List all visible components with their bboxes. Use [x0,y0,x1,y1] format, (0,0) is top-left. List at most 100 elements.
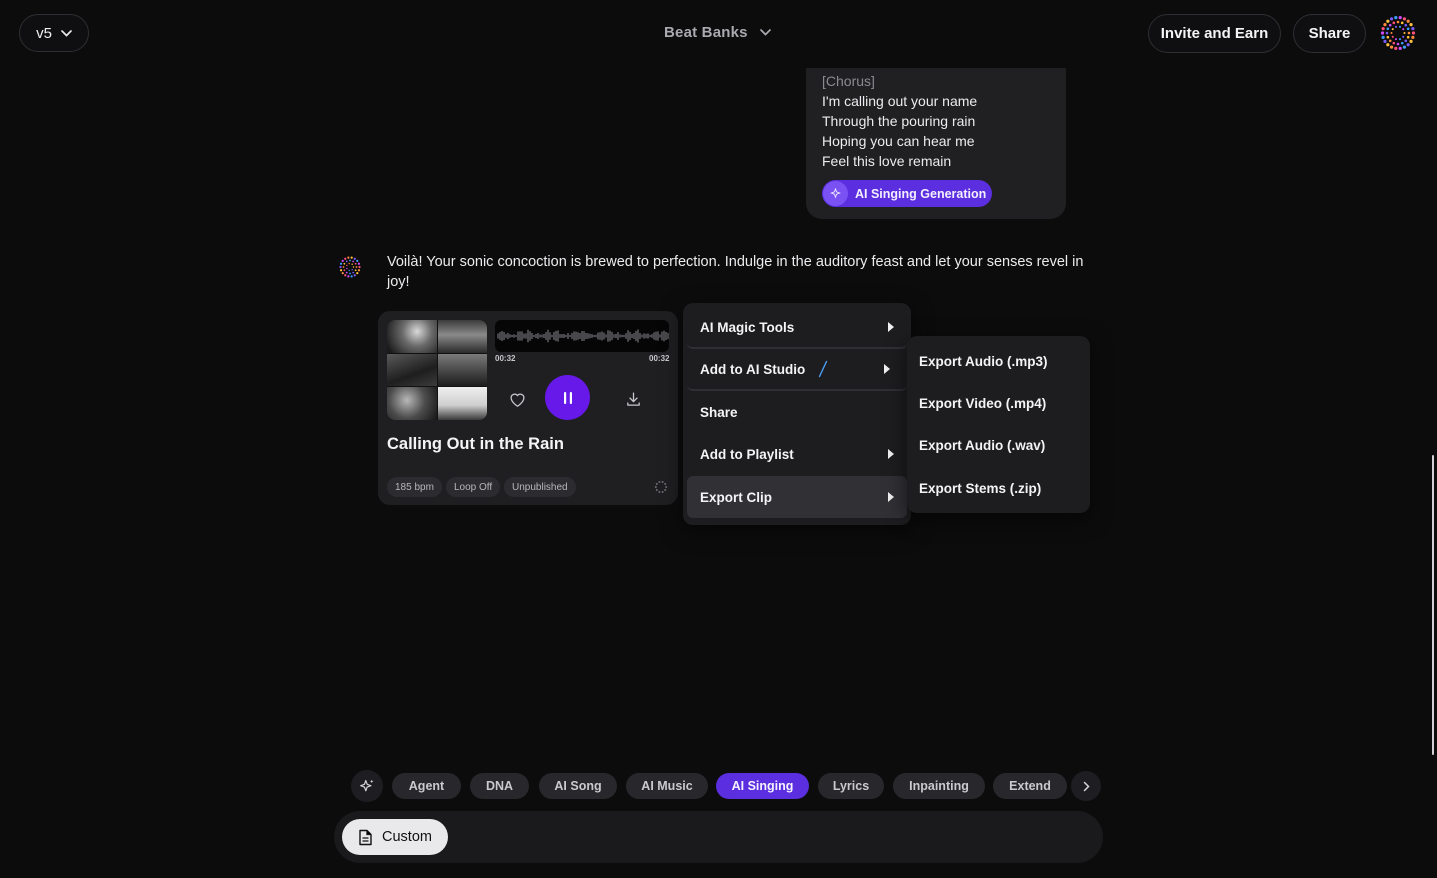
loading-spinner-icon [654,481,668,493]
chevron-right-icon [1083,781,1090,791]
like-button[interactable] [505,387,529,411]
song-card[interactable]: 00:32 00:32 Calling Out in the Rain 185 … [378,311,678,505]
logo-dot [347,256,350,259]
logo-dot [1383,23,1387,27]
logo-dot [1400,41,1404,45]
logo-dot [1396,20,1400,24]
magic-sparkle-button[interactable] [351,770,383,802]
lyrics-message-card: [Chorus] I'm calling out your name Throu… [806,68,1066,219]
logo-dot [341,259,344,262]
total-time: 00:32 [649,354,670,363]
logo-dot [342,266,345,268]
logo-dot [347,275,350,278]
logo-dot [1386,43,1390,47]
logo-dot [350,275,353,278]
menu-item-label: Add to AI Studio [700,361,806,377]
logo-dot [1400,21,1404,25]
logo-dot [348,262,350,265]
menu-item-label: Share [700,404,738,420]
menu-item-add-to-playlist[interactable]: Add to Playlist [687,433,907,475]
logo-dot [349,272,351,275]
mode-chip-extend[interactable]: Extend [993,773,1067,799]
badge-label: AI Singing Generation [855,186,987,201]
project-title: Beat Banks [664,24,748,41]
sparkle-icon [823,181,848,206]
export-video-mp4-item[interactable]: Export Video (.mp4) [907,382,1090,424]
lyric-line: Through the pouring rain [822,113,976,129]
publish-status-tag[interactable]: Unpublished [504,477,576,497]
logo-dot [355,266,358,268]
logo-dot [1391,35,1394,38]
share-button[interactable]: Share [1293,14,1366,53]
menu-item-label: Export Clip [700,489,773,505]
logo-dot [1394,38,1398,41]
logo-dot [1403,31,1406,35]
caret-right-icon [884,364,890,374]
song-context-menu: AI Magic Tools Add to AI Studio Share Ad… [683,303,911,525]
export-audio-mp3-item[interactable]: Export Audio (.mp3) [907,340,1090,382]
logo-dot [354,269,357,272]
chevron-down-icon [61,29,72,37]
custom-mode-button[interactable]: Custom [342,819,448,855]
logo-dot [1390,31,1393,35]
mode-chip-dna[interactable]: DNA [470,773,529,799]
scroll-modes-right-button[interactable] [1071,771,1101,801]
logo-dot [1389,17,1394,21]
version-label: v5 [36,24,52,42]
menu-item-export-clip[interactable]: Export Clip [687,476,907,518]
download-button[interactable] [621,387,645,411]
spinner-dot [655,482,658,485]
top-bar: v5 Beat Banks Invite and Earn Share [0,0,1437,68]
dotted-circle-logo-icon[interactable] [1380,15,1416,51]
menu-item-share[interactable]: Share [687,391,907,433]
loop-tag[interactable]: Loop Off [446,477,501,497]
audio-waveform[interactable] [495,320,669,352]
logo-dot [353,257,356,260]
logo-dot [1402,45,1407,49]
logo-dot [1394,16,1398,20]
export-audio-wav-item[interactable]: Export Audio (.wav) [907,425,1090,467]
prompt-composer[interactable]: Custom [334,811,1103,863]
spinner-dot [654,486,657,488]
logo-dot [343,262,346,265]
invite-and-earn-button[interactable]: Invite and Earn [1148,14,1281,53]
mode-chip-inpainting[interactable]: Inpainting [893,773,985,799]
mode-chip-lyrics[interactable]: Lyrics [818,773,884,799]
logo-dot [1380,31,1385,35]
mode-chip-ai-singing[interactable]: AI Singing [716,773,809,799]
logo-dot [1388,39,1392,43]
menu-item-add-to-ai-studio[interactable]: Add to AI Studio [687,349,907,391]
logo-dot [1402,17,1407,21]
project-title-dropdown[interactable]: Beat Banks [664,24,771,41]
logo-dot [1406,35,1410,39]
mode-selector-row: Agent DNA AI Song AI Music AI Singing Ly… [351,770,1111,802]
logo-dot [352,266,355,268]
menu-item-ai-magic-tools[interactable]: AI Magic Tools [687,307,907,349]
logo-dot [344,257,347,260]
logo-dot [1402,28,1405,31]
logo-dot [1404,23,1408,27]
pause-button[interactable] [545,375,590,420]
logo-dot [1396,42,1400,46]
export-stems-zip-item[interactable]: Export Stems (.zip) [907,467,1090,509]
logo-dot [1392,41,1396,45]
export-submenu: Export Audio (.mp3) Export Video (.mp4) … [907,336,1090,513]
song-cover-image[interactable] [387,320,487,420]
logo-dot [344,274,347,277]
page-scrollbar[interactable] [1432,455,1434,755]
version-selector-button[interactable]: v5 [19,14,89,52]
logo-dot [352,271,355,274]
logo-dot [1402,35,1405,38]
mode-chip-agent[interactable]: Agent [392,773,461,799]
logo-dot [1406,43,1410,47]
slash-icon [819,360,828,378]
logo-dot [356,272,359,275]
logo-dot [352,260,355,263]
logo-dot [345,260,348,263]
mode-chip-ai-music[interactable]: AI Music [626,773,708,799]
spinner-dot [655,489,658,492]
logo-dot [1398,16,1402,20]
caret-right-icon [888,322,894,332]
mode-chip-ai-song[interactable]: AI Song [539,773,617,799]
logo-dot [1406,27,1410,31]
